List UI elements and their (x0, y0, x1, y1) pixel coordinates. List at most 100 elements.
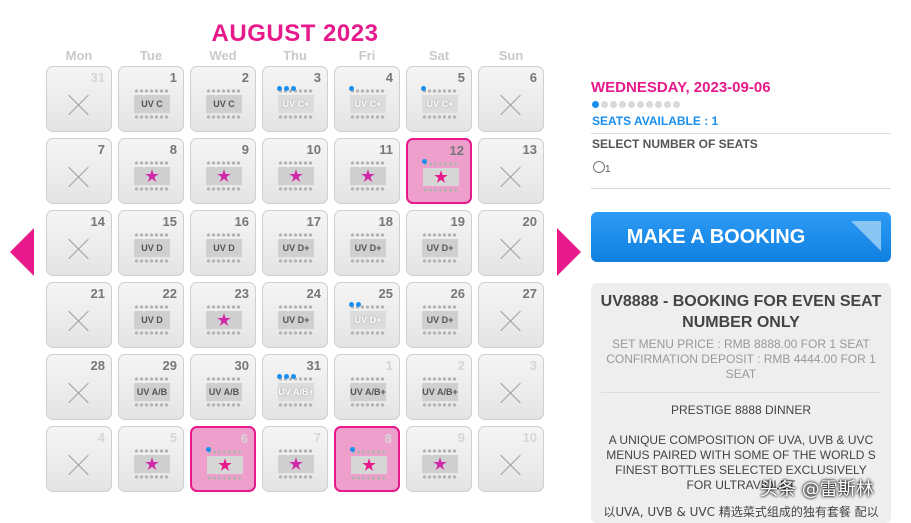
seat-map-icon: UV D (134, 305, 170, 339)
day-cell: 28 (46, 354, 112, 420)
day-number: 19 (450, 214, 465, 229)
day-cell[interactable]: 16 UV D (190, 210, 256, 276)
day-number: 3 (313, 70, 321, 85)
day-cell[interactable]: 1 UV C (118, 66, 184, 132)
menu-label: UV D (141, 315, 163, 325)
day-cell[interactable]: 17 UV D+ (262, 210, 328, 276)
unavailable-x-icon (499, 93, 523, 117)
unavailable-x-icon (499, 453, 523, 477)
day-cell[interactable]: 2 UV A/B+ (406, 354, 472, 420)
day-cell[interactable]: 5 UV C+ (406, 66, 472, 132)
day-cell[interactable]: 8 ★ (118, 138, 184, 204)
next-month-arrow-icon[interactable] (557, 228, 581, 276)
day-number: 30 (234, 358, 249, 373)
day-number: 28 (90, 358, 105, 373)
day-cell: 6 (478, 66, 544, 132)
day-cell[interactable]: 5 ★ (118, 426, 184, 492)
day-cell[interactable]: 12 ★ (406, 138, 472, 204)
unavailable-x-icon (67, 165, 91, 189)
divider (601, 392, 881, 393)
seat-map-icon: ★ (422, 449, 458, 483)
weekday-mon: Mon (65, 48, 93, 63)
divider (591, 188, 891, 189)
day-cell[interactable]: 4 UV C+ (334, 66, 400, 132)
menu-label: UV D+ (426, 315, 454, 325)
day-number: 7 (97, 142, 105, 157)
unavailable-x-icon (67, 381, 91, 405)
day-cell: 14 (46, 210, 112, 276)
day-number: 6 (240, 431, 248, 446)
day-cell[interactable]: 22 UV D (118, 282, 184, 348)
corner-fold-icon (851, 221, 881, 251)
selected-date-title: WEDNESDAY, 2023-09-06 (591, 79, 771, 96)
previous-month-arrow-icon[interactable] (10, 228, 34, 276)
day-cell[interactable]: 24 UV D+ (262, 282, 328, 348)
day-cell[interactable]: 7 ★ (262, 426, 328, 492)
day-cell[interactable]: 18 UV D+ (334, 210, 400, 276)
seat-map-icon: ★ (278, 449, 314, 483)
unavailable-x-icon (499, 309, 523, 333)
day-number: 3 (529, 358, 537, 373)
seat-map-icon: ★ (206, 161, 242, 195)
seat-count-radio[interactable] (593, 161, 605, 173)
day-cell[interactable]: 26 UV D+ (406, 282, 472, 348)
seat-map-icon: UV C+ (350, 89, 386, 123)
day-cell[interactable]: 9 ★ (406, 426, 472, 492)
day-cell: 7 (46, 138, 112, 204)
seat-map-icon: ★ (207, 450, 243, 484)
day-cell[interactable]: 30 UV A/B (190, 354, 256, 420)
prestige-star-icon: ★ (217, 167, 231, 185)
seat-map-icon: UV C (134, 89, 170, 123)
day-cell[interactable]: 25 UV D+ (334, 282, 400, 348)
seat-map-icon: UV A/B+ (278, 377, 314, 411)
day-cell[interactable]: 8 ★ (334, 426, 400, 492)
booked-seat-dots (421, 86, 426, 91)
menu-title: UV8888 - BOOKING FOR EVEN SEAT NUMBER ON… (600, 293, 882, 331)
prestige-star-icon: ★ (362, 456, 376, 474)
day-cell[interactable]: 31 UV A/B+ (262, 354, 328, 420)
day-cell[interactable]: 9 ★ (190, 138, 256, 204)
seat-map-icon: UV D+ (350, 233, 386, 267)
seat-map-icon: UV A/B+ (350, 377, 386, 411)
menu-label: UV A/B+ (422, 387, 458, 397)
seat-count-radio-label: 1 (605, 164, 611, 175)
menu-description-cn: 以UVA, UVB & UVC 精选菜式组成的独有套餐 配以 (603, 505, 879, 519)
day-cell[interactable]: 10 ★ (262, 138, 328, 204)
seat-map-icon: UV C+ (422, 89, 458, 123)
booked-seat-dots (206, 447, 211, 452)
prestige-star-icon: ★ (218, 456, 232, 474)
day-number: 23 (234, 286, 249, 301)
booked-seat-dots (277, 86, 296, 91)
menu-label: UV C+ (426, 99, 454, 109)
day-cell[interactable]: 29 UV A/B (118, 354, 184, 420)
seat-map-icon: UV C+ (278, 89, 314, 123)
day-cell[interactable]: 3 UV C+ (262, 66, 328, 132)
day-number: 25 (378, 286, 393, 301)
day-number: 2 (457, 358, 465, 373)
prestige-star-icon: ★ (289, 167, 303, 185)
seat-map-icon: UV A/B+ (422, 377, 458, 411)
prestige-star-icon: ★ (361, 167, 375, 185)
day-number: 29 (162, 358, 177, 373)
day-cell: 27 (478, 282, 544, 348)
booked-seat-dots (277, 374, 296, 379)
day-cell[interactable]: 1 UV A/B+ (334, 354, 400, 420)
day-cell: 10 (478, 426, 544, 492)
day-cell: 13 (478, 138, 544, 204)
menu-label: UV D (213, 243, 235, 253)
seat-map-icon: ★ (423, 162, 459, 196)
day-cell[interactable]: 2 UV C (190, 66, 256, 132)
day-cell[interactable]: 23 ★ (190, 282, 256, 348)
menu-label: UV D+ (282, 315, 310, 325)
day-cell[interactable]: 19 UV D+ (406, 210, 472, 276)
day-number: 2 (241, 70, 249, 85)
day-cell[interactable]: 15 UV D (118, 210, 184, 276)
day-number: 18 (378, 214, 393, 229)
seat-map-icon: UV D+ (350, 305, 386, 339)
day-cell[interactable]: 11 ★ (334, 138, 400, 204)
day-number: 22 (162, 286, 177, 301)
day-number: 1 (385, 358, 393, 373)
day-cell[interactable]: 6 ★ (190, 426, 256, 492)
make-booking-button[interactable]: MAKE A BOOKING (591, 212, 891, 262)
day-number: 26 (450, 286, 465, 301)
